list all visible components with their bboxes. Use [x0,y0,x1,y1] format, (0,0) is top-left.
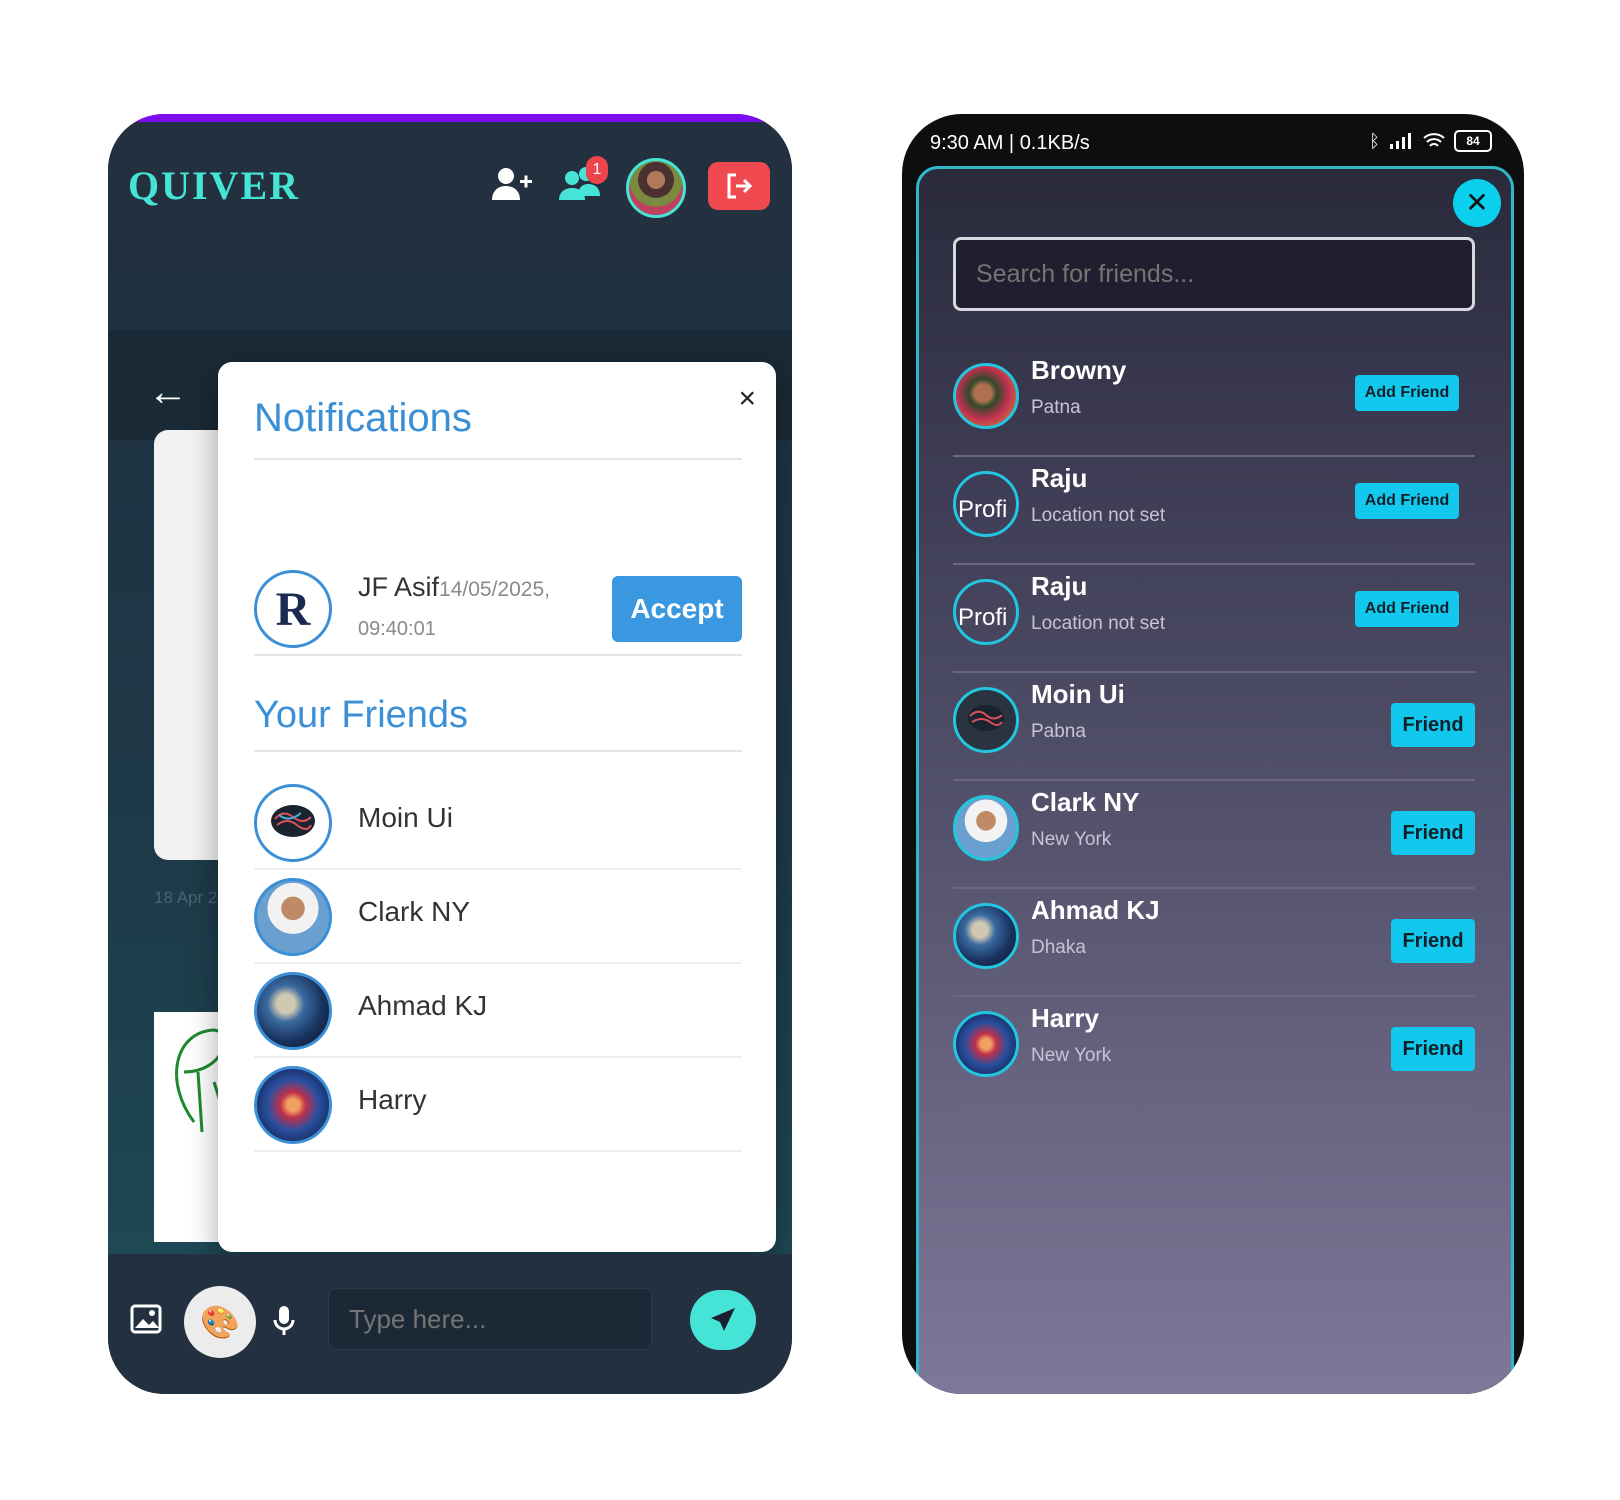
user-row[interactable]: Harry New York Friend [953,995,1475,1105]
user-name: Ahmad KJ [1031,895,1160,925]
user-row[interactable]: Browny Patna Add Friend [953,347,1475,457]
notifications-title: Notifications [254,396,472,440]
friend-item[interactable]: Ahmad KJ [254,960,742,1058]
user-avatar: Profi [953,471,1019,537]
accept-button[interactable]: Accept [612,576,742,642]
app-logo: QUIVER [128,163,301,208]
request-name: JF Asif14/05/2025, [358,572,550,603]
image-icon[interactable] [130,1304,162,1334]
user-location: Location not set [1031,505,1166,526]
search-input[interactable] [953,237,1475,311]
user-location: Patna [1031,397,1081,418]
logout-icon [727,173,753,199]
user-row[interactable]: Moin Ui Pabna Friend [953,671,1475,781]
user-avatar [953,795,1019,861]
friend-name: Harry [358,1084,427,1115]
friend-avatar [254,1066,332,1144]
user-avatar [953,687,1019,753]
user-row[interactable]: Profi Raju Location not set Add Friend [953,455,1475,565]
user-name: Clark NY [1031,787,1140,817]
friend-button[interactable]: Friend [1391,919,1475,963]
add-friend-button[interactable]: Add Friend [1355,375,1459,411]
your-friends-title: Your Friends [254,694,469,736]
microphone-icon[interactable] [272,1304,296,1338]
broken-image-alt: Profi [958,496,1008,523]
add-friend-button[interactable]: Add Friend [1355,483,1459,519]
composer-bar: 🎨 [108,1254,792,1394]
palette-icon: 🎨 [200,1304,240,1340]
friend-name: Clark NY [358,896,471,927]
request-date: 14/05/2025, [439,578,550,601]
friend-button[interactable]: Friend [1391,811,1475,855]
user-row[interactable]: Profi Raju Location not set Add Friend [953,563,1475,673]
friend-name: Ahmad KJ [358,990,488,1021]
add-friend-button[interactable]: Add Friend [1355,591,1459,627]
chat-background: ← 18 Apr 2 Notifications × R JF Asif14/0… [108,240,792,1254]
broken-image-alt: Profi [958,604,1008,631]
status-icons: ᛒ 84 [1369,130,1492,152]
status-bar: 9:30 AM | 0.1KB/s ᛒ 84 [902,114,1524,172]
friend-button[interactable]: Friend [1391,1027,1475,1071]
wifi-icon [1423,133,1445,147]
notification-badge: 1 [586,156,608,184]
request-name-text: JF Asif [358,572,440,602]
user-row[interactable]: Clark NY New York Friend [953,779,1475,889]
send-button[interactable] [690,1290,756,1350]
friend-avatar [254,784,332,862]
user-location: Location not set [1031,613,1166,634]
friend-name: Moin Ui [358,802,453,833]
brain-icon [271,805,315,837]
user-avatar [953,363,1019,429]
background-date: 18 Apr 2 [154,888,218,907]
logout-button[interactable] [708,162,770,210]
user-location: New York [1031,1045,1112,1066]
friend-item[interactable]: Clark NY [254,866,742,964]
status-time: 9:30 AM | 0.1KB/s [930,132,1090,154]
user-name: Harry [1031,1003,1099,1033]
user-avatar [953,903,1019,969]
back-arrow-icon[interactable]: ← [148,370,188,415]
divider [254,458,742,460]
friend-avatar [254,878,332,956]
user-name: Browny [1031,355,1127,385]
user-location: New York [1031,829,1112,850]
brain-icon [968,705,1004,731]
message-input[interactable] [328,1288,652,1350]
notifications-panel: Notifications × R JF Asif14/05/2025, 09:… [218,362,776,1252]
battery-icon: 84 [1454,130,1492,152]
left-phone-screen: QUIVER 1 ← 18 Apr 2 Notifications × R JF… [108,114,792,1394]
bluetooth-icon: ᛒ [1369,130,1380,151]
friend-item[interactable]: Moin Ui [254,772,742,870]
request-time: 09:40:01 [358,618,436,640]
divider [254,750,742,752]
user-avatar [953,1011,1019,1077]
top-accent-bar [108,114,792,122]
right-phone-screen: 9:30 AM | 0.1KB/s ᛒ 84 ✕ Browny Patna Ad… [902,114,1524,1394]
palette-button[interactable]: 🎨 [184,1286,256,1358]
user-location: Pabna [1031,721,1086,742]
user-avatar: Profi [953,579,1019,645]
close-button[interactable]: ✕ [1453,179,1501,227]
r-logo-icon: R [275,582,311,636]
user-name: Raju [1031,463,1088,493]
app-header: QUIVER 1 [108,122,792,240]
user-row[interactable]: Ahmad KJ Dhaka Friend [953,887,1475,997]
add-user-icon[interactable] [490,162,534,206]
close-icon[interactable]: × [738,382,756,416]
divider [254,654,742,656]
find-friends-panel: ✕ Browny Patna Add Friend Profi Raju Loc… [916,166,1514,1394]
user-location: Dhaka [1031,937,1086,958]
user-name: Raju [1031,571,1088,601]
friend-item[interactable]: Harry [254,1054,742,1152]
avatar[interactable] [626,158,686,218]
friend-avatar [254,972,332,1050]
signal-icon [1390,133,1411,149]
send-icon [711,1308,735,1331]
friend-button[interactable]: Friend [1391,703,1475,747]
request-avatar: R [254,570,332,648]
user-name: Moin Ui [1031,679,1125,709]
